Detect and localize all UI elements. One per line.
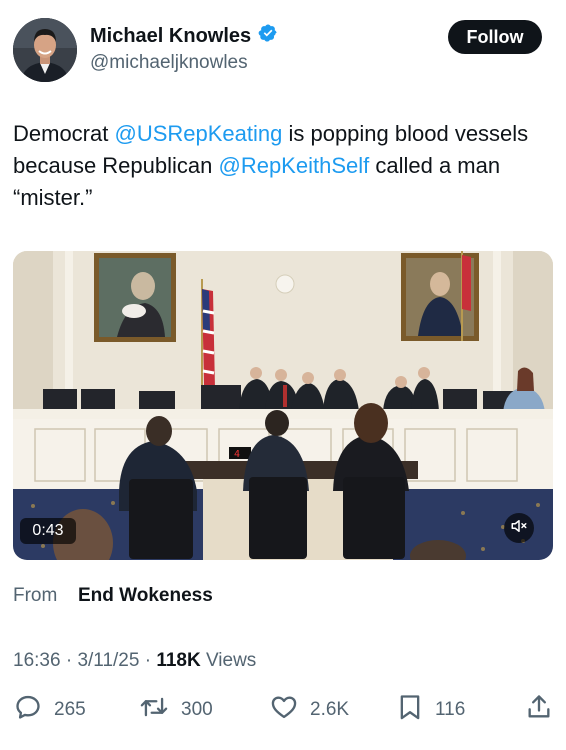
video-frame: 4 (13, 251, 553, 560)
avatar[interactable] (13, 18, 77, 82)
bookmark-count: 116 (435, 699, 466, 720)
reply-icon (14, 693, 42, 727)
author-name-row[interactable]: Michael Knowles (90, 23, 278, 49)
bookmark-button[interactable]: 116 (397, 695, 465, 725)
source-name-link[interactable]: End Wokeness (78, 585, 213, 607)
tweet-text-part: Democrat (13, 121, 115, 146)
reply-button[interactable]: 265 (14, 695, 86, 725)
source-prefix: From (13, 585, 58, 606)
mention-link[interactable]: @RepKeithSelf (218, 153, 369, 178)
share-icon (525, 693, 553, 727)
timer-readout: 4 (234, 449, 240, 460)
tweet-meta: 16:36 · 3/11/25 · 118K Views (13, 650, 256, 672)
author-handle[interactable]: @michaeljknowles (90, 52, 248, 74)
mention-link[interactable]: @USRepKeating (114, 121, 282, 146)
bookmark-icon (397, 693, 423, 727)
share-button[interactable] (525, 695, 553, 725)
verified-badge-icon (258, 23, 278, 49)
tweet-date[interactable]: 3/11/25 (77, 650, 139, 671)
meta-separator: · (139, 650, 157, 671)
video-duration: 0:43 (20, 518, 76, 544)
reply-count: 265 (54, 699, 86, 720)
video-player[interactable]: 4 (13, 251, 553, 560)
meta-separator: · (60, 650, 78, 671)
author-name[interactable]: Michael Knowles (90, 25, 251, 48)
tweet-text: Democrat @USRepKeating is popping blood … (13, 118, 543, 214)
repost-icon (139, 693, 169, 727)
repost-button[interactable]: 300 (139, 695, 213, 725)
follow-button[interactable]: Follow (448, 20, 542, 54)
like-count: 2.6K (310, 699, 350, 720)
views-count: 118K (156, 650, 201, 671)
like-icon (270, 693, 298, 727)
mute-icon (510, 517, 528, 540)
tweet-time[interactable]: 16:36 (13, 650, 61, 671)
views-label: Views (200, 650, 257, 671)
repost-count: 300 (181, 699, 213, 720)
like-button[interactable]: 2.6K (270, 695, 349, 725)
mute-button[interactable] (504, 513, 534, 543)
